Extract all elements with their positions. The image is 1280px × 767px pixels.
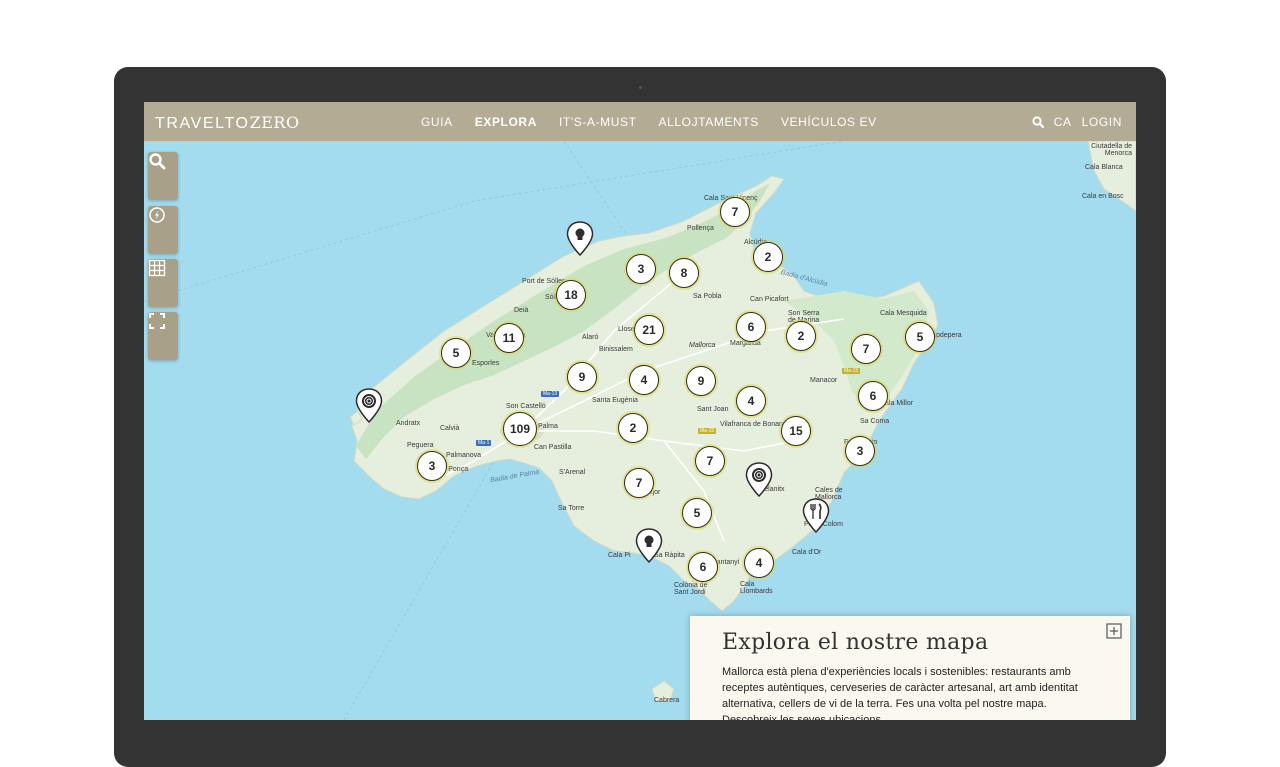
device-camera: [639, 86, 642, 89]
map-label: Cala en Bosc: [1082, 193, 1124, 200]
top-navbar: TRAVELTOZERO GUIA EXPLORA IT'S-A-MUST AL…: [144, 102, 1136, 141]
login-link[interactable]: LOGIN: [1082, 115, 1122, 129]
map-label: Cabrera: [654, 697, 680, 704]
map-search-button[interactable]: [148, 152, 178, 200]
map-label: Vilafranca de Bonany: [720, 421, 787, 428]
map-cluster-marker[interactable]: 6: [858, 381, 888, 411]
map-label: Peguera: [407, 442, 434, 449]
map-label: Manacor: [810, 377, 838, 384]
map-label: Sa Pobla: [693, 293, 722, 300]
fullscreen-icon: [149, 313, 165, 329]
nav-link-its-a-must[interactable]: IT'S-A-MUST: [559, 115, 637, 129]
site-logo[interactable]: TRAVELTOZERO: [155, 113, 300, 133]
map-cluster-marker[interactable]: 7: [720, 197, 750, 227]
nav-link-allojtaments[interactable]: ALLOJTAMENTS: [659, 115, 759, 129]
map-grid-button[interactable]: [148, 259, 178, 307]
road-sign: Ma-15: [698, 428, 717, 434]
compass-icon: [149, 207, 165, 223]
spiral-icon[interactable]: [355, 388, 383, 424]
road-sign: Ma-1: [476, 440, 492, 446]
map-label: Cala Pi: [608, 552, 631, 559]
map-cluster-marker[interactable]: 21: [634, 315, 664, 345]
map-cluster-marker[interactable]: 2: [753, 242, 783, 272]
map-cluster-marker[interactable]: 5: [441, 338, 471, 368]
map-cluster-marker[interactable]: 5: [905, 322, 935, 352]
nav-link-vehiculos-ev[interactable]: VEHÍCULOS EV: [781, 115, 877, 129]
map-cluster-marker[interactable]: 6: [688, 552, 718, 582]
logo-prefix: TRAVELTO: [155, 115, 250, 132]
bulb-icon[interactable]: [635, 528, 663, 564]
map-fullscreen-button[interactable]: [148, 312, 178, 360]
map-cluster-marker[interactable]: 11: [494, 323, 524, 353]
road-sign: Ma-13: [541, 391, 560, 397]
map-cluster-marker[interactable]: 109: [503, 412, 537, 446]
road-sign: Ma-15: [842, 368, 861, 374]
bulb-icon[interactable]: [566, 221, 594, 257]
search-icon: [149, 153, 166, 170]
panel-description: Mallorca està plena d'experiències local…: [722, 666, 1078, 720]
map-cluster-marker[interactable]: 6: [736, 312, 766, 342]
map-label: Binissalem: [599, 346, 633, 353]
map-cluster-marker[interactable]: 3: [417, 451, 447, 481]
browser-screen: TRAVELTOZERO GUIA EXPLORA IT'S-A-MUST AL…: [144, 102, 1136, 720]
map-label: Cala Mesquida: [880, 310, 927, 317]
map-locate-button[interactable]: [148, 206, 178, 254]
map-label: Esporles: [472, 360, 500, 367]
nav-link-explora[interactable]: EXPLORA: [475, 115, 537, 129]
spiral-icon[interactable]: [745, 462, 773, 498]
map-cluster-marker[interactable]: 3: [845, 436, 875, 466]
map-cluster-marker[interactable]: 7: [695, 446, 725, 476]
map-cluster-marker[interactable]: 4: [744, 548, 774, 578]
map-cluster-marker[interactable]: 4: [629, 365, 659, 395]
map-label: Cala Blanca: [1085, 164, 1123, 171]
map-label: Sa Torre: [558, 505, 585, 512]
panel-title: Explora el nostre mapa: [722, 630, 989, 655]
map-cluster-marker[interactable]: 9: [567, 362, 597, 392]
map-label: Cala Llombards: [740, 581, 773, 595]
map-cluster-marker[interactable]: 2: [786, 321, 816, 351]
map-cluster-marker[interactable]: 3: [626, 254, 656, 284]
map-cluster-marker[interactable]: 8: [669, 258, 699, 288]
map-label: Palma: [538, 423, 558, 430]
map-cluster-marker[interactable]: 7: [624, 468, 654, 498]
main-nav: GUIA EXPLORA IT'S-A-MUST ALLOJTAMENTS VE…: [421, 102, 899, 141]
map-label: Can Pastilla: [534, 444, 572, 451]
map-label: Can Picafort: [750, 296, 789, 303]
map-label: Son Castelló: [506, 403, 546, 410]
nav-right: CA LOGIN: [1032, 102, 1122, 141]
map-label: Sant Joan: [697, 406, 729, 413]
map-label: S'Arenal: [559, 469, 586, 476]
logo-suffix: ZERO: [249, 113, 300, 132]
map-label: Port de Sóller: [522, 278, 565, 285]
map-cluster-marker[interactable]: 7: [851, 334, 881, 364]
map-label: Alaró: [582, 334, 599, 341]
map-cluster-marker[interactable]: 9: [686, 366, 716, 396]
map-cluster-marker[interactable]: 18: [556, 280, 586, 310]
expand-icon[interactable]: [1106, 623, 1122, 639]
map-label: Deià: [514, 307, 529, 314]
map-label: Santa Eugènia: [592, 397, 638, 404]
map-label: Palmanova: [446, 452, 482, 459]
language-selector[interactable]: CA: [1054, 115, 1072, 129]
map-label: Calvià: [440, 425, 460, 432]
map-cluster-marker[interactable]: 15: [781, 416, 811, 446]
map-label: Colònia de Sant Jordi: [674, 582, 708, 596]
fork-knife-icon[interactable]: [802, 498, 830, 534]
map-cluster-marker[interactable]: 4: [736, 386, 766, 416]
explore-info-panel: Explora el nostre mapa Mallorca està ple…: [690, 616, 1130, 720]
map-label: Andratx: [396, 420, 421, 427]
grid-icon: [148, 259, 166, 277]
map-cluster-marker[interactable]: 2: [618, 413, 648, 443]
map-label: Cala d'Or: [792, 549, 822, 556]
map-label: Ciutadella de Menorca: [1091, 143, 1132, 157]
map-label: Pollença: [687, 225, 714, 232]
nav-link-guia[interactable]: GUIA: [421, 115, 453, 129]
map-label: Mallorca: [689, 342, 716, 349]
map-cluster-marker[interactable]: 5: [682, 498, 712, 528]
map-label: Sa Coma: [860, 418, 890, 425]
search-icon[interactable]: [1032, 115, 1044, 128]
